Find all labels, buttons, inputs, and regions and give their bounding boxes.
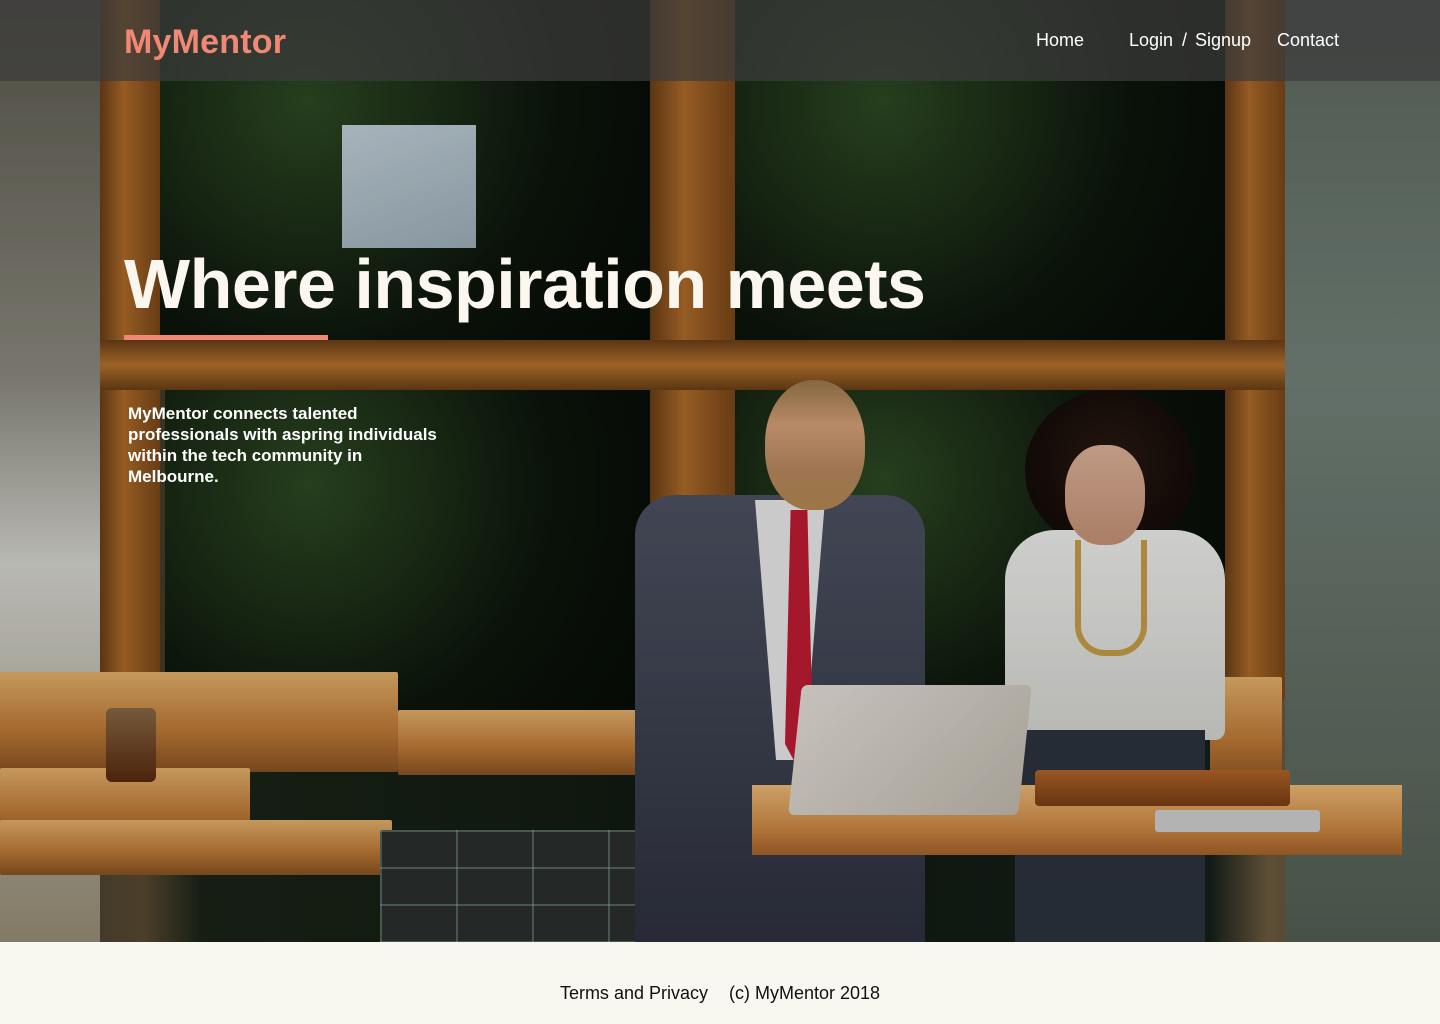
top-navigation-bar: MyMentor Home Login / Signup Contact (0, 0, 1440, 81)
headline-underline (124, 335, 328, 340)
logo[interactable]: MyMentor (124, 23, 286, 62)
copyright-text: (c) MyMentor 2018 (729, 983, 881, 1003)
hero-tagline: MyMentor connects talented professionals… (128, 404, 437, 486)
nav-separator: / (1182, 30, 1188, 50)
footer-links: Terms and Privacy (c) MyMentor 2018 (0, 983, 1440, 1004)
nav-contact-link[interactable]: Contact (1277, 30, 1339, 51)
footer: Terms and Privacy (c) MyMentor 2018 (0, 942, 1440, 1024)
terms-privacy-link[interactable]: Terms and Privacy (560, 983, 708, 1003)
nav-home-link[interactable]: Home (1036, 30, 1084, 51)
hero-headline: Where inspiration meets (124, 245, 926, 323)
nav-login-link[interactable]: Login (1129, 30, 1173, 51)
nav-signup-link[interactable]: Signup (1195, 30, 1251, 51)
